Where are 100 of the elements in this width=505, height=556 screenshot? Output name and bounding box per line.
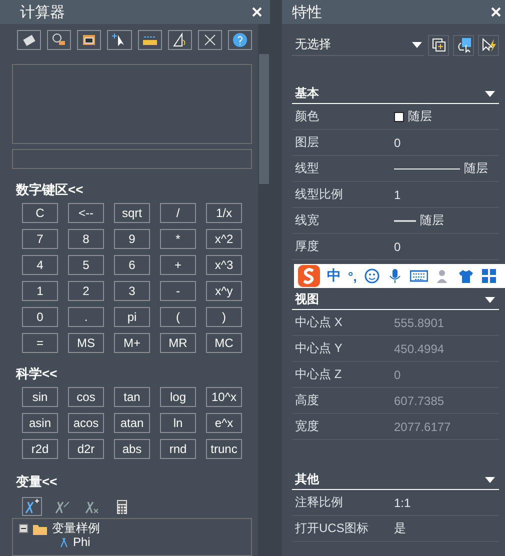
property-value: 0 bbox=[394, 240, 401, 254]
calculator-key[interactable]: * bbox=[160, 229, 196, 249]
calculator-key[interactable]: / bbox=[160, 203, 196, 223]
property-label: 宽度 bbox=[295, 418, 320, 435]
toolbar-button[interactable] bbox=[107, 30, 132, 50]
property-value: 450.4994 bbox=[394, 342, 444, 356]
property-label: 线型比例 bbox=[295, 186, 344, 203]
toolbar-button[interactable] bbox=[428, 34, 449, 56]
calculator-key[interactable]: M+ bbox=[114, 333, 150, 353]
toolbar-button[interactable] bbox=[17, 30, 42, 50]
property-label: 中心点 X bbox=[295, 314, 344, 331]
group-header[interactable]: 其他 bbox=[292, 470, 499, 490]
calculator-key[interactable]: x^2 bbox=[206, 229, 242, 249]
group-header[interactable]: 视图 bbox=[292, 290, 499, 310]
property-label: 打开UCS图标 bbox=[295, 520, 370, 537]
calculator-key[interactable]: d2r bbox=[68, 439, 104, 459]
calculator-key[interactable]: MC bbox=[206, 333, 242, 353]
toolbar-button[interactable] bbox=[138, 30, 162, 50]
calculator-key[interactable]: - bbox=[160, 281, 196, 301]
calculator-key[interactable]: . bbox=[68, 307, 104, 327]
scrollbar[interactable] bbox=[258, 24, 270, 556]
calculator-key[interactable]: MR bbox=[160, 333, 196, 353]
toolbar-button[interactable] bbox=[77, 30, 102, 50]
calculator-key[interactable]: pi bbox=[114, 307, 150, 327]
property-value: 是 bbox=[394, 520, 406, 537]
calculator-key[interactable]: log bbox=[160, 387, 196, 407]
calculator-key[interactable]: trunc bbox=[206, 439, 242, 459]
property-value: 随层 bbox=[408, 108, 432, 125]
calculator-key[interactable]: + bbox=[160, 255, 196, 275]
section-title[interactable]: 科学<< bbox=[16, 365, 252, 383]
calculator-key[interactable]: 3 bbox=[114, 281, 150, 301]
input-field[interactable] bbox=[12, 149, 252, 169]
calculator-icon bbox=[114, 498, 130, 514]
calculator-key[interactable]: 8 bbox=[68, 229, 104, 249]
property-value: 2077.6177 bbox=[394, 420, 451, 434]
punctuation-toggle[interactable]: °, bbox=[348, 268, 357, 284]
close-icon bbox=[252, 7, 262, 17]
microphone-icon bbox=[386, 268, 403, 284]
calculator-key[interactable]: = bbox=[22, 333, 58, 353]
calculator-key[interactable]: abs bbox=[114, 439, 150, 459]
toolbar-button[interactable] bbox=[478, 34, 499, 56]
eraser-icon bbox=[21, 32, 38, 48]
calculator-key[interactable]: 0 bbox=[22, 307, 58, 327]
grid-icon bbox=[480, 268, 497, 284]
angle-icon bbox=[172, 32, 188, 48]
calculator-key[interactable]: asin bbox=[22, 413, 58, 433]
property-value: 0 bbox=[394, 136, 401, 150]
calculator-key[interactable]: sin bbox=[22, 387, 58, 407]
new-variable-button[interactable] bbox=[22, 497, 42, 516]
calculator-key[interactable]: cos bbox=[68, 387, 104, 407]
calculator-key[interactable]: tan bbox=[114, 387, 150, 407]
collapse-toggle[interactable] bbox=[19, 524, 28, 532]
calculator-key[interactable]: 4 bbox=[22, 255, 58, 275]
toolbar-button[interactable] bbox=[198, 30, 222, 50]
calculator-key[interactable]: e^x bbox=[206, 413, 242, 433]
calculator-key[interactable]: 10^x bbox=[206, 387, 242, 407]
line-sample-icon bbox=[394, 218, 416, 222]
calculator-key[interactable]: 7 bbox=[22, 229, 58, 249]
calculator-key[interactable]: atan bbox=[114, 413, 150, 433]
calculator-key[interactable]: ( bbox=[160, 307, 196, 327]
calculator-key[interactable]: acos bbox=[68, 413, 104, 433]
terminal-icon bbox=[81, 32, 98, 48]
tree-item[interactable]: 变量样例 bbox=[52, 521, 100, 535]
property-value: 随层 bbox=[464, 160, 488, 177]
close-button[interactable] bbox=[489, 5, 503, 19]
section-title[interactable]: 数字键区<< bbox=[16, 181, 252, 199]
calculator-key[interactable]: x^y bbox=[206, 281, 242, 301]
property-value: 555.8901 bbox=[394, 316, 444, 330]
property-value: 607.7385 bbox=[394, 394, 444, 408]
input-mode-toggle[interactable]: 中 bbox=[327, 267, 341, 285]
calculator-key[interactable]: rnd bbox=[160, 439, 196, 459]
toolbar-button[interactable] bbox=[168, 30, 192, 50]
calculator-key[interactable]: C bbox=[22, 203, 58, 223]
tree-item[interactable]: Phi bbox=[73, 535, 90, 549]
calculator-key[interactable]: 1/x bbox=[206, 203, 242, 223]
close-button[interactable] bbox=[250, 5, 264, 19]
toolbar-button[interactable] bbox=[47, 30, 72, 50]
variable-edit-icon bbox=[54, 498, 70, 514]
calculator-key[interactable]: 2 bbox=[68, 281, 104, 301]
selection-dropdown[interactable]: 无选择 bbox=[292, 34, 424, 56]
calculator-key[interactable]: 1 bbox=[22, 281, 58, 301]
calculator-key[interactable]: 5 bbox=[68, 255, 104, 275]
section-title[interactable]: 变量<< bbox=[16, 473, 252, 491]
property-label: 颜色 bbox=[295, 108, 320, 125]
calculator-key[interactable]: sqrt bbox=[114, 203, 150, 223]
calculator-key[interactable]: ) bbox=[206, 307, 242, 327]
keyboard-icon bbox=[410, 268, 428, 284]
shirt-icon bbox=[458, 268, 474, 284]
group-header[interactable]: 基本 bbox=[292, 84, 499, 104]
calculator-key[interactable]: 6 bbox=[114, 255, 150, 275]
calculator-key[interactable]: MS bbox=[68, 333, 104, 353]
calculator-key[interactable]: 9 bbox=[114, 229, 150, 249]
add-selection-icon bbox=[430, 37, 446, 53]
calculator-key[interactable]: r2d bbox=[22, 439, 58, 459]
calculator-key[interactable]: x^3 bbox=[206, 255, 242, 275]
calculator-key[interactable]: ln bbox=[160, 413, 196, 433]
toolbar-button[interactable] bbox=[453, 34, 474, 56]
toolbar-button[interactable] bbox=[228, 30, 252, 50]
calculator-key[interactable]: <-- bbox=[68, 203, 104, 223]
property-label: 厚度 bbox=[295, 238, 320, 255]
